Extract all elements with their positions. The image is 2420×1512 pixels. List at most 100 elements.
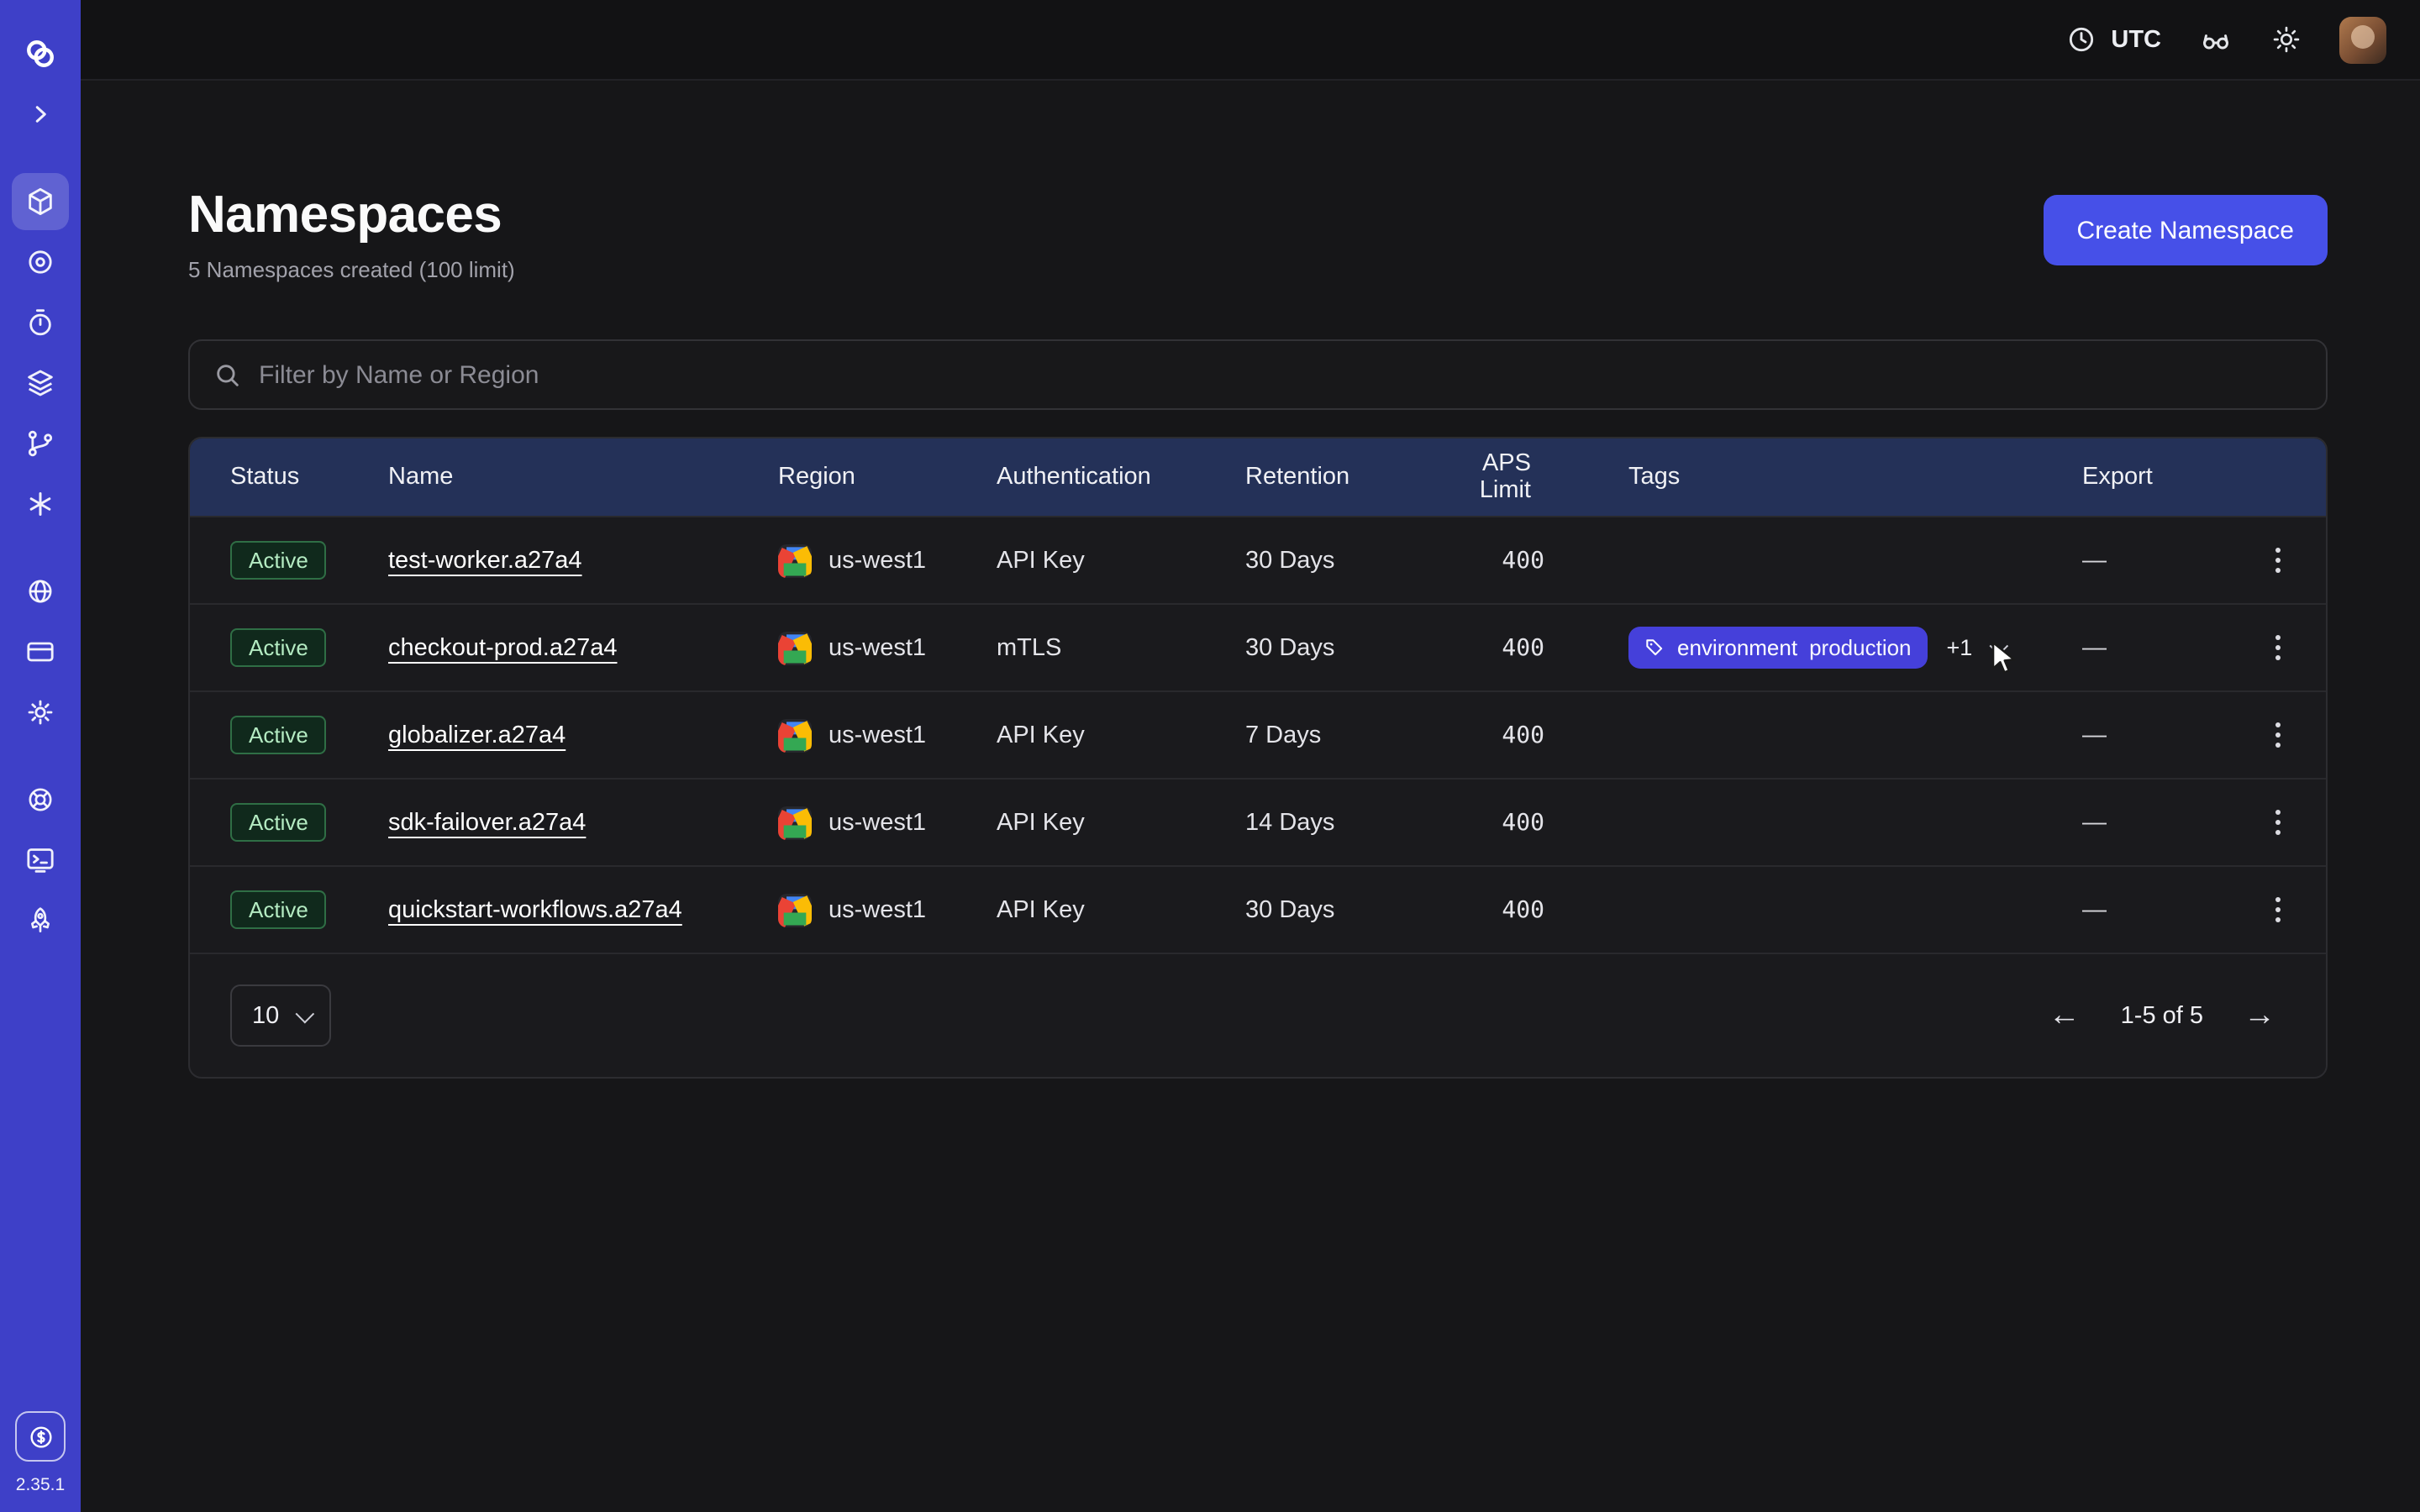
timezone-label: UTC	[2111, 26, 2161, 53]
user-avatar[interactable]	[2339, 16, 2386, 63]
auth-cell: API Key	[997, 547, 1245, 574]
region-label: us-west1	[829, 722, 926, 748]
sidebar-expand-button[interactable]	[12, 86, 69, 143]
header-tags: Tags	[1544, 464, 2082, 491]
retention-cell: 30 Days	[1245, 634, 1440, 661]
tag-more-count: +1	[1947, 635, 1973, 660]
row-menu-button[interactable]	[2254, 537, 2301, 584]
prev-page-button[interactable]: ←	[2049, 997, 2081, 1034]
sidebar-item-getting-started[interactable]	[12, 892, 69, 949]
terminal-icon	[24, 843, 57, 877]
globe-icon	[24, 575, 57, 608]
chevron-down-icon	[296, 1004, 315, 1023]
tags-cell: environment production +1	[1544, 627, 2082, 669]
cube-icon	[24, 185, 57, 218]
sidebar-item-nexus[interactable]	[12, 475, 69, 533]
page-title: Namespaces	[188, 185, 515, 245]
header-export: Export	[2082, 464, 2254, 491]
status-badge: Active	[230, 541, 327, 580]
gcp-cloud-icon	[778, 806, 812, 839]
namespaces-table: Status Name Region Authentication Retent…	[188, 437, 2328, 1079]
gcp-cloud-icon	[778, 631, 812, 664]
export-cell: —	[2082, 634, 2254, 661]
layers-icon	[24, 366, 57, 400]
credit-card-icon	[24, 635, 57, 669]
tag-value: production	[1809, 635, 1911, 660]
search-icon	[213, 360, 242, 389]
timezone-selector[interactable]: UTC	[2065, 24, 2161, 55]
usage-button[interactable]	[15, 1411, 66, 1462]
sidebar-item-schedules[interactable]	[12, 294, 69, 351]
theme-toggle-button[interactable]	[2270, 24, 2302, 55]
sidebar-item-docs[interactable]	[12, 832, 69, 889]
tag-icon	[1644, 637, 1665, 659]
search-input[interactable]	[259, 360, 2302, 389]
aps-cell: 400	[1440, 634, 1544, 661]
temporal-logo-icon[interactable]	[12, 25, 69, 82]
gcp-cloud-icon	[778, 543, 812, 577]
page-size-select[interactable]: 10	[230, 984, 331, 1047]
page-size-value: 10	[252, 1002, 279, 1029]
row-menu-button[interactable]	[2254, 799, 2301, 846]
next-page-button[interactable]: →	[2244, 997, 2275, 1034]
region-label: us-west1	[829, 634, 926, 661]
sidebar-item-deployments[interactable]	[12, 354, 69, 412]
aps-cell: 400	[1440, 722, 1544, 748]
namespace-link[interactable]: quickstart-workflows.a27a4	[388, 896, 682, 923]
header-region: Region	[778, 464, 997, 491]
sidebar-item-workflows[interactable]	[12, 234, 69, 291]
row-menu-button[interactable]	[2254, 711, 2301, 759]
auth-cell: API Key	[997, 722, 1245, 748]
sidebar-item-namespaces[interactable]	[12, 173, 69, 230]
namespace-link[interactable]: test-worker.a27a4	[388, 547, 582, 574]
row-menu-button[interactable]	[2254, 624, 2301, 671]
sidebar-item-batch-operations[interactable]	[12, 415, 69, 472]
namespaces-page: 2.35.1 UTC	[0, 0, 2420, 1512]
gcp-cloud-icon	[778, 718, 812, 752]
rocket-icon	[24, 904, 57, 937]
sun-icon	[2270, 24, 2302, 55]
main-content: Namespaces 5 Namespaces created (100 lim…	[81, 81, 2420, 1079]
sidebar-item-billing[interactable]	[12, 623, 69, 680]
namespace-link[interactable]: checkout-prod.a27a4	[388, 634, 618, 661]
table-row: Active sdk-failover.a27a4 us-west1 API K…	[190, 778, 2326, 865]
status-badge: Active	[230, 628, 327, 667]
gcp-cloud-icon	[778, 893, 812, 927]
sidebar-item-settings[interactable]	[12, 684, 69, 741]
app-version: 2.35.1	[16, 1475, 65, 1495]
create-namespace-button[interactable]: Create Namespace	[2044, 195, 2328, 265]
export-cell: —	[2082, 809, 2254, 836]
retention-cell: 30 Days	[1245, 896, 1440, 923]
export-cell: —	[2082, 547, 2254, 574]
tag-chip[interactable]: environment production	[1628, 627, 1928, 669]
row-menu-button[interactable]	[2254, 886, 2301, 933]
table-header: Status Name Region Authentication Retent…	[190, 438, 2326, 516]
table-row: Active globalizer.a27a4 us-west1 API Key…	[190, 690, 2326, 778]
sidebar-item-regions[interactable]	[12, 563, 69, 620]
namespace-link[interactable]: globalizer.a27a4	[388, 722, 566, 748]
sidebar-item-support[interactable]	[12, 771, 69, 828]
auth-cell: API Key	[997, 809, 1245, 836]
aps-cell: 400	[1440, 809, 1544, 836]
tags-expand-chevron-icon[interactable]	[1989, 636, 2008, 655]
lifebuoy-icon	[24, 783, 57, 816]
pagination-range: 1-5 of 5	[2121, 1002, 2203, 1029]
region-label: us-west1	[829, 547, 926, 574]
asterisk-icon	[24, 487, 57, 521]
clock-icon	[2065, 24, 2097, 55]
bullseye-icon	[24, 245, 57, 279]
filter-search[interactable]	[188, 339, 2328, 410]
timer-icon	[24, 306, 57, 339]
status-badge: Active	[230, 890, 327, 929]
table-footer: 10 ← 1-5 of 5 →	[190, 953, 2326, 1077]
region-label: us-west1	[829, 896, 926, 923]
status-badge: Active	[230, 716, 327, 754]
topbar: UTC	[81, 0, 2420, 81]
aps-cell: 400	[1440, 547, 1544, 574]
namespace-link[interactable]: sdk-failover.a27a4	[388, 809, 586, 836]
labs-toggle-button[interactable]	[2198, 22, 2233, 57]
aps-cell: 400	[1440, 896, 1544, 923]
header-status: Status	[230, 464, 388, 491]
retention-cell: 7 Days	[1245, 722, 1440, 748]
header-name: Name	[388, 464, 778, 491]
